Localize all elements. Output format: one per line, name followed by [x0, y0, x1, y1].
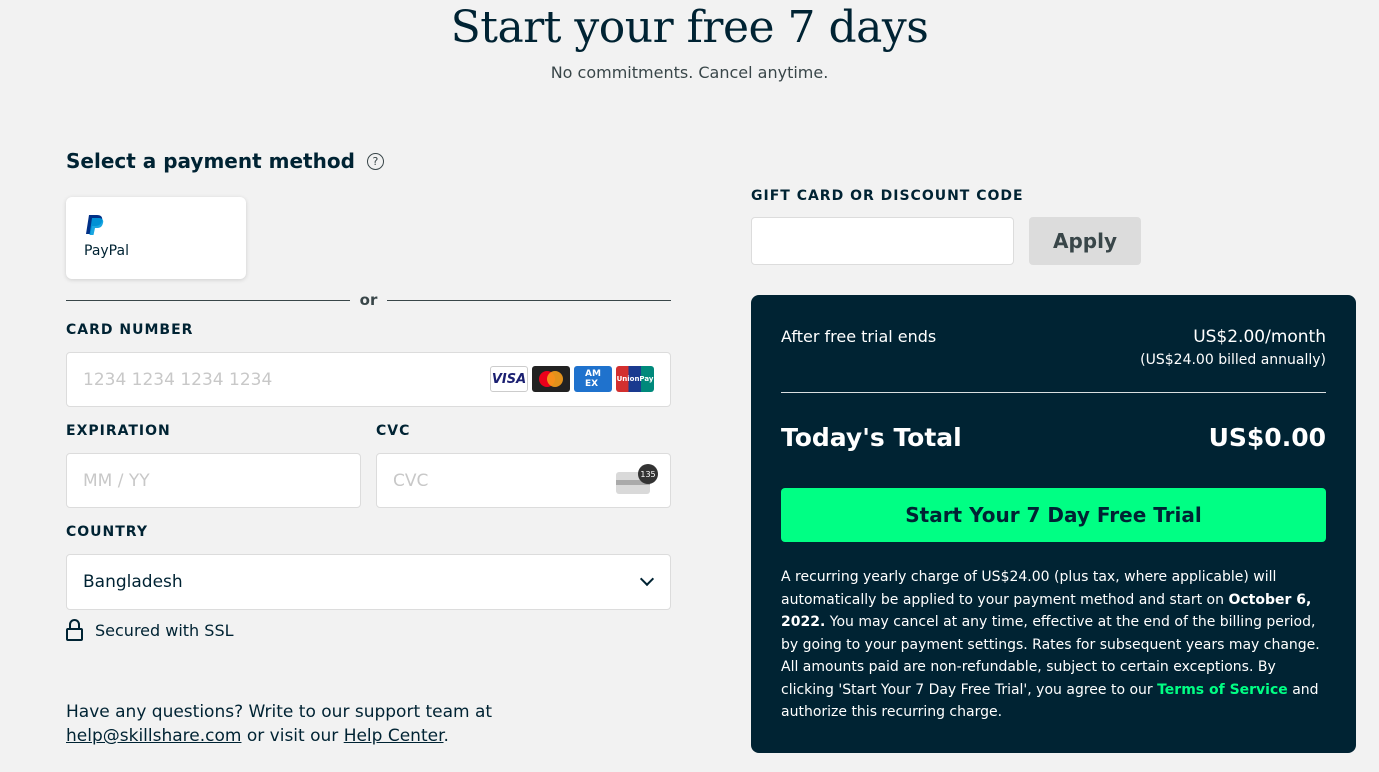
lock-icon	[66, 619, 83, 641]
paypal-label: PayPal	[84, 243, 129, 259]
paypal-logo-icon	[84, 213, 106, 237]
billed-annually: (US$24.00 billed annually)	[1140, 352, 1326, 368]
expiration-label: EXPIRATION	[66, 423, 171, 439]
todays-total-value: US$0.00	[1208, 423, 1326, 452]
support-email-link[interactable]: help@skillshare.com	[66, 726, 241, 746]
card-number-label: CARD NUMBER	[66, 322, 194, 338]
support-text-end: .	[443, 726, 449, 746]
gift-card-label: GIFT CARD OR DISCOUNT CODE	[751, 188, 1024, 204]
page-title: Start your free 7 days	[450, 2, 929, 53]
card-number-input[interactable]: 1234 1234 1234 1234 VISA AM EX UnionPay	[66, 352, 671, 407]
question-circle-icon[interactable]: ?	[366, 152, 384, 170]
todays-total-label: Today's Total	[781, 423, 962, 452]
page-subtitle: No commitments. Cancel anytime.	[550, 63, 829, 82]
country-label: COUNTRY	[66, 524, 148, 540]
unionpay-icon: UnionPay	[616, 366, 654, 392]
amex-icon: AM EX	[574, 366, 612, 392]
cvc-label: CVC	[376, 423, 411, 439]
after-trial-label: After free trial ends	[781, 327, 937, 346]
support-text: Have any questions? Write to our support…	[66, 700, 526, 748]
chevron-down-icon	[639, 571, 655, 587]
order-summary-panel: After free trial ends US$2.00/month (US$…	[751, 295, 1356, 753]
divider-line-left	[66, 299, 350, 301]
legal-text: A recurring yearly charge of US$24.00 (p…	[781, 566, 1331, 724]
divider-line-right	[387, 299, 672, 301]
country-select[interactable]: Bangladesh	[66, 554, 671, 610]
price-per-month: US$2.00/month	[1193, 327, 1326, 347]
cvc-placeholder: CVC	[393, 470, 429, 491]
payment-method-title: Select a payment method	[66, 149, 355, 173]
support-text-before: Have any questions? Write to our support…	[66, 702, 493, 722]
payment-method-heading: Select a payment method ?	[66, 149, 384, 173]
help-center-link[interactable]: Help Center	[344, 726, 444, 746]
terms-of-service-link[interactable]: Terms of Service	[1157, 682, 1288, 698]
ssl-text: Secured with SSL	[95, 620, 234, 640]
cvc-card-icon: 135	[616, 464, 658, 494]
cvc-input[interactable]: CVC 135	[376, 453, 671, 508]
legal-text-1: A recurring yearly charge of US$24.00 (p…	[781, 569, 1277, 608]
apply-button[interactable]: Apply	[1029, 217, 1141, 265]
card-number-placeholder: 1234 1234 1234 1234	[83, 369, 273, 390]
or-divider: or	[66, 290, 672, 310]
expiration-input[interactable]: MM / YY	[66, 453, 361, 508]
mastercard-icon	[532, 366, 570, 392]
paypal-button[interactable]: PayPal	[66, 197, 246, 279]
or-text: or	[359, 291, 378, 309]
support-text-mid: or visit our	[246, 726, 339, 746]
summary-divider	[781, 392, 1326, 393]
ssl-notice: Secured with SSL	[66, 619, 234, 641]
start-trial-button[interactable]: Start Your 7 Day Free Trial	[781, 488, 1326, 542]
gift-card-input[interactable]	[751, 217, 1014, 265]
cvc-badge: 135	[638, 464, 658, 484]
visa-icon: VISA	[490, 366, 528, 392]
country-value: Bangladesh	[83, 572, 183, 592]
card-brand-icons: VISA AM EX UnionPay	[490, 366, 654, 392]
expiration-placeholder: MM / YY	[83, 470, 150, 491]
